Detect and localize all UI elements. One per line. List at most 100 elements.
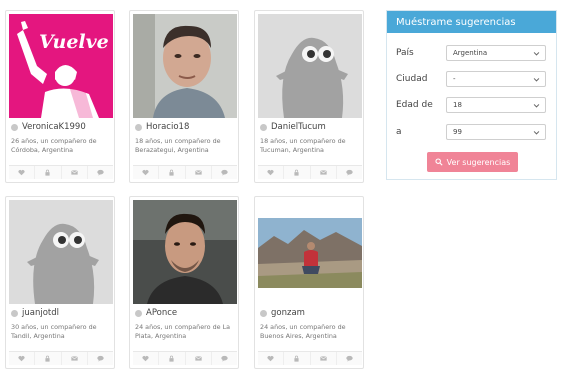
username[interactable]: APonce — [146, 308, 177, 318]
like-button[interactable] — [133, 166, 160, 179]
chat-button[interactable] — [87, 166, 113, 179]
age-from-value: 18 — [453, 101, 462, 109]
city-label: Ciudad — [396, 74, 428, 84]
username[interactable]: VeronicaK1990 — [22, 122, 86, 132]
message-button[interactable] — [61, 166, 88, 179]
chat-icon — [346, 355, 353, 362]
chevron-down-icon — [533, 104, 540, 108]
age-from-select[interactable]: 18 — [446, 97, 546, 113]
age-to-row: a 99 — [396, 124, 546, 140]
username[interactable]: DanielTucum — [271, 122, 326, 132]
profile-photo[interactable]: Vuelve — [9, 14, 113, 118]
status-dot — [260, 309, 267, 317]
card-actions — [133, 351, 237, 365]
poster-image: Vuelve — [9, 14, 113, 118]
country-row: País Argentina — [396, 45, 546, 61]
lock-icon — [294, 355, 299, 362]
heart-icon — [267, 169, 274, 176]
poster-text: Vuelve — [39, 31, 109, 53]
chat-icon — [346, 169, 353, 176]
like-button[interactable] — [133, 352, 160, 365]
city-value: - — [453, 75, 456, 83]
profile-card-aponce: APonce 24 años, un compañero de La Plata… — [129, 196, 239, 369]
lock-button[interactable] — [35, 166, 62, 179]
chat-button[interactable] — [336, 352, 362, 365]
heart-icon — [142, 169, 149, 176]
status-dot — [260, 123, 267, 131]
like-button[interactable] — [9, 166, 36, 179]
show-suggestions-button[interactable]: Ver sugerencias — [427, 152, 518, 172]
default-avatar-image — [9, 200, 113, 304]
message-button[interactable] — [61, 352, 88, 365]
show-suggestions-label: Ver sugerencias — [446, 157, 511, 167]
heart-icon — [142, 355, 149, 362]
suggestions-panel: Muéstrame sugerencias País Argentina Ciu… — [386, 10, 557, 180]
age-to-label: a — [396, 127, 402, 137]
profile-card-danieltucum: DanielTucum 18 años, un compañero de Tuc… — [254, 10, 364, 183]
message-button[interactable] — [185, 166, 212, 179]
message-button[interactable] — [185, 352, 212, 365]
envelope-icon — [319, 170, 327, 175]
profile-photo[interactable] — [9, 200, 113, 304]
profile-photo[interactable] — [258, 200, 362, 304]
suggestions-title: Muéstrame sugerencias — [387, 11, 556, 33]
country-select[interactable]: Argentina — [446, 45, 546, 61]
chat-button[interactable] — [336, 166, 362, 179]
like-button[interactable] — [9, 352, 36, 365]
chat-icon — [97, 355, 104, 362]
lock-icon — [294, 169, 299, 176]
envelope-icon — [70, 170, 78, 175]
chat-icon — [221, 355, 228, 362]
profile-description: 18 años, un compañero de Berazategui, Ar… — [135, 137, 221, 154]
chat-icon — [221, 169, 228, 176]
heart-icon — [18, 169, 25, 176]
search-icon — [435, 158, 443, 166]
lock-button[interactable] — [159, 352, 186, 365]
card-actions — [9, 351, 113, 365]
message-button[interactable] — [310, 166, 337, 179]
chat-button[interactable] — [87, 352, 113, 365]
heart-icon — [18, 355, 25, 362]
portrait-image — [133, 200, 237, 304]
chat-icon — [97, 169, 104, 176]
username[interactable]: Horacio18 — [146, 122, 189, 132]
country-label: País — [396, 48, 414, 58]
default-avatar-image — [258, 14, 362, 118]
chevron-down-icon — [533, 78, 540, 82]
card-actions — [133, 165, 237, 179]
profile-card-horacio18: Horacio18 18 años, un compañero de Beraz… — [129, 10, 239, 183]
chevron-down-icon — [533, 131, 540, 135]
like-button[interactable] — [258, 166, 285, 179]
envelope-icon — [194, 170, 202, 175]
landscape-image — [258, 200, 362, 304]
country-value: Argentina — [453, 49, 488, 57]
lock-button[interactable] — [284, 166, 311, 179]
lock-icon — [45, 355, 50, 362]
heart-icon — [267, 355, 274, 362]
profile-photo[interactable] — [133, 200, 237, 304]
message-button[interactable] — [310, 352, 337, 365]
city-select[interactable]: - — [446, 71, 546, 87]
selfie-image — [133, 14, 237, 118]
age-to-select[interactable]: 99 — [446, 124, 546, 140]
profile-photo[interactable] — [133, 14, 237, 118]
username[interactable]: gonzam — [271, 308, 305, 318]
city-row: Ciudad - — [396, 71, 546, 87]
profile-description: 24 años, un compañero de Buenos Aires, A… — [260, 323, 346, 340]
status-dot — [11, 309, 18, 317]
chat-button[interactable] — [211, 352, 237, 365]
envelope-icon — [194, 356, 202, 361]
lock-button[interactable] — [284, 352, 311, 365]
profile-description: 18 años, un compañero de Tucuman, Argent… — [260, 137, 346, 154]
lock-button[interactable] — [35, 352, 62, 365]
profile-photo[interactable] — [258, 14, 362, 118]
card-actions — [258, 351, 362, 365]
lock-icon — [45, 169, 50, 176]
username[interactable]: juanjotdl — [22, 308, 59, 318]
like-button[interactable] — [258, 352, 285, 365]
lock-icon — [169, 355, 174, 362]
profile-card-veronicak1990: Vuelve VeronicaK1990 26 años, un compañe… — [5, 10, 115, 183]
chat-button[interactable] — [211, 166, 237, 179]
lock-button[interactable] — [159, 166, 186, 179]
envelope-icon — [319, 356, 327, 361]
